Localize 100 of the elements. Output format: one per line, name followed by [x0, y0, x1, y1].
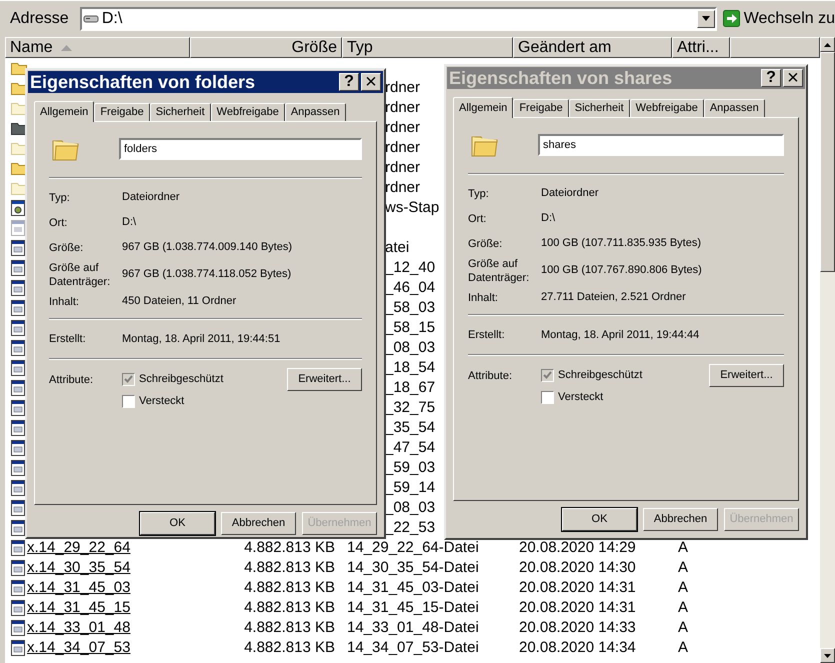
- file-name[interactable]: x.14_34_07_53: [27, 636, 130, 660]
- scroll-up-button[interactable]: [820, 37, 835, 52]
- type-cell-text: _18_54: [385, 358, 436, 378]
- type-cell-text: _12_40: [385, 258, 436, 278]
- close-button[interactable]: ×: [361, 73, 381, 91]
- type-cell: 14_34_07_53-Datei: [347, 638, 479, 656]
- advanced-button[interactable]: Erweitert...: [709, 364, 784, 387]
- type-cell-text: _32_75: [385, 398, 436, 418]
- field-label: Attribute:: [49, 373, 94, 388]
- field-label: Ort:: [49, 216, 68, 230]
- program-icon: [11, 200, 25, 216]
- checkbox[interactable]: Versteckt: [122, 390, 287, 412]
- advanced-button[interactable]: Erweitert...: [287, 368, 362, 391]
- window-title: Eigenschaften von shares: [449, 66, 674, 90]
- file-icon: [11, 400, 25, 416]
- type-cell-text: _18_67: [385, 378, 436, 398]
- type-cell-text: rdner: [385, 158, 420, 178]
- type-cell: 14_31_45_15-Datei: [347, 598, 479, 616]
- tab[interactable]: Webfreigabe: [210, 103, 285, 121]
- type-cell-text: _59_14: [385, 478, 436, 498]
- dialog-button[interactable]: Abbrechen: [221, 512, 296, 535]
- file-icon: [11, 280, 25, 296]
- address-field[interactable]: D:\: [80, 6, 717, 30]
- column-header[interactable]: Größe: [190, 37, 342, 58]
- help-button[interactable]: ?: [339, 73, 359, 91]
- column-header[interactable]: Typ: [342, 37, 513, 58]
- column-header[interactable]: Name: [5, 37, 190, 58]
- file-icon: [11, 220, 25, 236]
- type-cell-text: _58_03: [385, 298, 436, 318]
- field-value: 27.711 Dateien, 2.521 Ordner: [541, 290, 686, 306]
- name-field[interactable]: folders: [119, 138, 362, 160]
- sort-arrow-icon: [60, 44, 72, 50]
- caret-icon: [824, 42, 831, 46]
- attribute-cell: A: [678, 598, 688, 616]
- tab[interactable]: Freigabe: [94, 103, 150, 121]
- checkbox[interactable]: Schreibgeschützt: [122, 368, 287, 390]
- check-icon: [543, 371, 552, 379]
- folder-icon: [11, 81, 27, 95]
- date-cell: 20.08.2020 14:31: [519, 598, 636, 616]
- date-cell: 20.08.2020 14:34: [519, 638, 636, 656]
- tab[interactable]: Allgemein: [34, 101, 94, 122]
- scrollbar[interactable]: [820, 37, 835, 663]
- go-button[interactable]: Wechseln zu: [722, 6, 835, 30]
- file-name[interactable]: x.14_33_01_48: [27, 616, 130, 640]
- file-icon: [11, 300, 25, 316]
- field-label: Inhalt:: [468, 290, 499, 304]
- field-value: Montag, 18. April 2011, 19:44:51: [122, 332, 280, 347]
- caret-icon: [824, 654, 831, 658]
- field-label: Typ:: [49, 190, 71, 204]
- dialog-button[interactable]: OK: [562, 508, 637, 531]
- file-icon: [11, 260, 25, 276]
- tab[interactable]: Sicherheit: [150, 103, 211, 121]
- file-icon: [11, 340, 25, 356]
- size-cell: 4.882.813 KB: [244, 578, 335, 596]
- field-value: 967 GB (1.038.774.009.140 Bytes): [122, 240, 292, 256]
- tab[interactable]: Sicherheit: [568, 99, 630, 117]
- attribute-cell: A: [678, 538, 688, 556]
- file-name[interactable]: x.14_29_22_64: [27, 536, 130, 560]
- field-label: Größe auf Datenträger:: [468, 256, 530, 284]
- dialog-button[interactable]: Abbrechen: [643, 508, 718, 531]
- dialog-button[interactable]: OK: [140, 512, 215, 535]
- type-cell-text: rdner: [385, 118, 420, 138]
- field-label: Ort:: [468, 212, 488, 226]
- column-header[interactable]: Geändert am: [513, 37, 672, 58]
- file-name[interactable]: x.14_31_45_03: [27, 576, 130, 600]
- help-button[interactable]: ?: [761, 69, 781, 87]
- field-label: Größe auf Datenträger:: [49, 260, 112, 288]
- type-cell: 14_29_22_64-Datei: [347, 538, 479, 556]
- folder-icon: [11, 141, 27, 155]
- folder-icon: [11, 121, 27, 135]
- file-name[interactable]: x.14_31_45_15: [27, 596, 130, 620]
- type-cell-text: ws-Stap: [385, 198, 440, 218]
- attribute-cell: A: [678, 618, 688, 636]
- close-button[interactable]: ×: [783, 69, 803, 87]
- tab[interactable]: Anpassen: [284, 103, 346, 121]
- dropdown-button[interactable]: [696, 10, 715, 28]
- tab[interactable]: Webfreigabe: [630, 99, 704, 117]
- file-name[interactable]: x.14_30_35_54: [27, 556, 130, 580]
- attribute-cell: A: [678, 578, 688, 596]
- checkbox[interactable]: Schreibgeschützt: [541, 364, 709, 386]
- file-icon: [11, 380, 25, 396]
- name-field[interactable]: shares: [538, 134, 784, 156]
- window-title: Eigenschaften von folders: [30, 70, 256, 94]
- size-cell: 4.882.813 KB: [244, 638, 335, 656]
- size-cell: 4.882.813 KB: [244, 618, 335, 636]
- tab[interactable]: Freigabe: [513, 99, 569, 117]
- type-cell: 14_33_01_48-Datei: [347, 618, 479, 636]
- tab[interactable]: Allgemein: [453, 97, 514, 118]
- type-cell-text: rdner: [385, 78, 420, 98]
- scroll-down-button[interactable]: [820, 648, 835, 663]
- checkbox[interactable]: Versteckt: [541, 386, 709, 408]
- type-cell-text: _46_04: [385, 278, 436, 298]
- tab[interactable]: Anpassen: [704, 99, 765, 117]
- column-header[interactable]: Attri...: [672, 37, 730, 58]
- type-cell-text: _22_53: [385, 518, 436, 538]
- file-icon: [11, 360, 25, 376]
- file-icon: [11, 520, 25, 536]
- date-cell: 20.08.2020 14:30: [519, 558, 636, 576]
- scroll-thumb[interactable]: [820, 52, 835, 272]
- file-icon: [11, 500, 25, 516]
